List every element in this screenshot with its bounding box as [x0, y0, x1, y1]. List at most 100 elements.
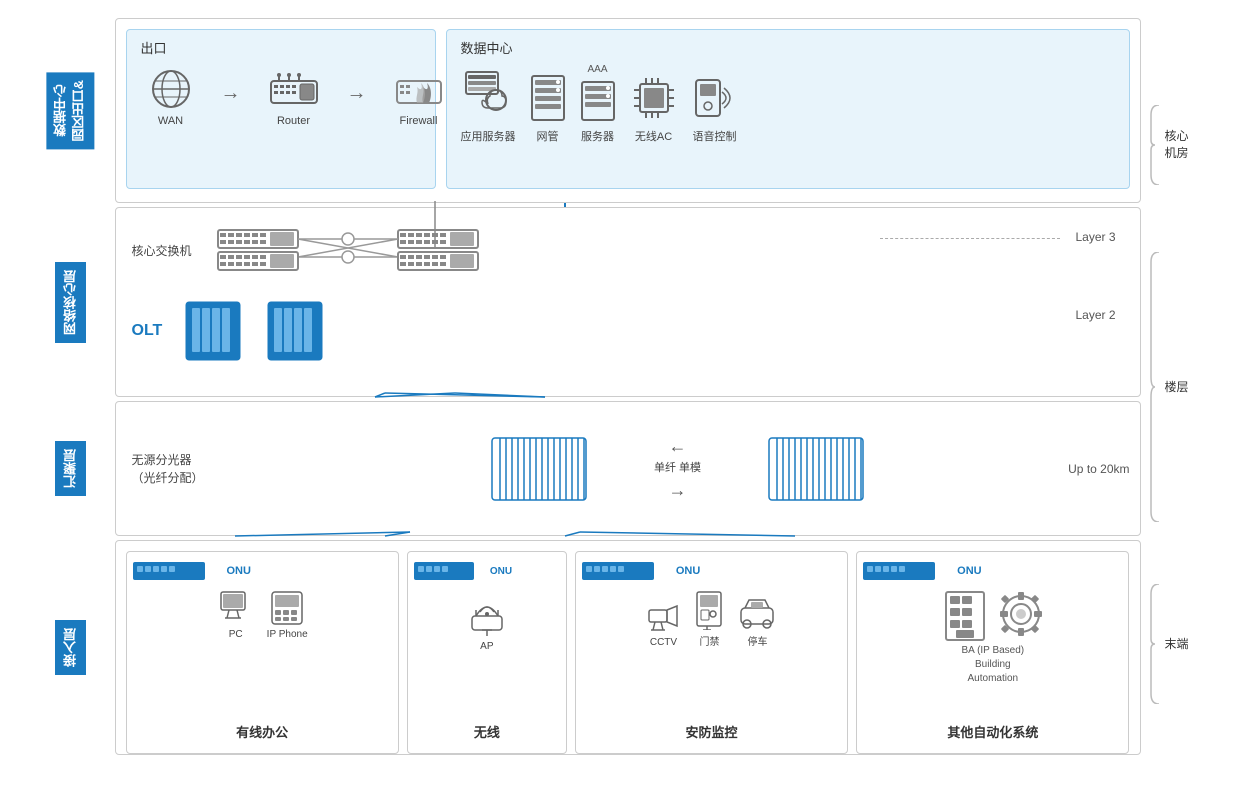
- voice-control-icon: [692, 74, 738, 124]
- onu-bar-2-container: ONU: [414, 560, 560, 582]
- parking-label: 停车: [747, 633, 767, 648]
- router-label: Router: [277, 115, 310, 127]
- onu-bar-2-icon: [414, 560, 486, 582]
- layer3-row: 无源分光器 （光纤分配）: [115, 401, 1141, 536]
- datacenter-title: 数据中心: [461, 38, 1115, 57]
- cctv-item: CCTV: [645, 600, 681, 648]
- brace-bottom: [1149, 584, 1161, 704]
- ba-label: BA (IP Based)BuildingAutomation: [962, 644, 1025, 686]
- cctv-icon: [645, 600, 681, 634]
- layer4-content: ONU PC: [116, 541, 1140, 754]
- onu-bar-4-icon: [863, 560, 953, 582]
- right-terminal-label-group: 末端: [1149, 537, 1211, 752]
- right-core-label: 核心机房: [1165, 128, 1189, 162]
- automation-icons: [942, 590, 1044, 642]
- layer1-row: 出口 WAN: [115, 18, 1141, 203]
- upto-label: Up to 20km: [1068, 462, 1129, 476]
- arrow2: →: [347, 82, 367, 105]
- wireless-ac-item: 无线AC: [630, 74, 678, 144]
- voice-control-item: 语音控制: [692, 74, 738, 144]
- wired-office-title: 有线办公: [236, 716, 288, 745]
- exit-box: 出口 WAN: [126, 29, 436, 189]
- app-server-icon: [462, 70, 514, 124]
- parking-item: 停车: [737, 594, 777, 648]
- arrow1: →: [221, 82, 241, 105]
- onu-bar-3-container: ONU: [582, 560, 841, 582]
- layer2-label: 网络核心层: [55, 262, 86, 343]
- main-content: 出口 WAN: [115, 18, 1141, 778]
- exit-icons: WAN →: [141, 63, 421, 127]
- ba-gear-icon: [998, 590, 1044, 642]
- security-title: 安防监控: [685, 716, 737, 745]
- right-floor-brace: 楼层: [1149, 252, 1189, 522]
- pc-item: PC: [217, 590, 255, 640]
- security-group: ONU CCTV: [575, 551, 848, 754]
- ip-phone-icon: [270, 590, 304, 626]
- ip-phone-label: IP Phone: [267, 629, 308, 640]
- layer2-content: 核心交换机: [116, 208, 1140, 396]
- right-labels: 核心机房 楼层 末端: [1141, 18, 1211, 778]
- app-server-label: 应用服务器: [461, 128, 516, 144]
- left-labels: 园区出口& 数据中心 网络核心层 汇聚层 接入层: [31, 18, 111, 778]
- onu-bar-4-container: ONU: [863, 560, 1122, 582]
- right-core-brace: 核心机房: [1149, 105, 1211, 185]
- wan-icon-item: WAN: [149, 67, 193, 127]
- wireless-ac-label: 无线AC: [635, 128, 672, 144]
- onu-bar-3-icon: [582, 560, 672, 582]
- onu-label-4: ONU: [957, 565, 981, 577]
- single-fiber-arrows: ← 单纤 单模 →: [654, 436, 701, 501]
- firewall-icon-item: Firewall: [395, 67, 443, 127]
- diagram-container: 园区出口& 数据中心 网络核心层 汇聚层 接入层: [31, 18, 1211, 778]
- arrow-right: →: [669, 480, 687, 501]
- right-floor-label-group: 楼层: [1149, 291, 1211, 484]
- wireless-ac-icon: [630, 74, 678, 124]
- access-control-icon: [693, 590, 725, 630]
- ap-label: AP: [480, 641, 493, 652]
- aaa-server-item: AAA 服务器: [580, 63, 616, 144]
- pc-icon: [217, 590, 255, 626]
- layer3-content: 无源分光器 （光纤分配）: [116, 402, 1140, 535]
- olt-device-2: [260, 296, 330, 366]
- app-server-item: 应用服务器: [461, 70, 516, 144]
- aaa-server-icon: [580, 80, 616, 124]
- onu-label-1: ONU: [227, 565, 251, 577]
- single-fiber-label: 单纤 单模: [654, 461, 701, 476]
- voice-control-label: 语音控制: [693, 128, 737, 144]
- core-switch-row: 核心交换机: [132, 220, 1124, 280]
- splitter-2: [761, 434, 871, 504]
- brace-top: [1149, 105, 1161, 185]
- wireless-group: ONU: [407, 551, 567, 754]
- splitters-center: ← 单纤 单模 →: [232, 434, 1124, 504]
- layer2-row: 核心交换机: [115, 207, 1141, 397]
- access-control-item: 门禁: [693, 590, 725, 648]
- router-icon-item: Router: [269, 73, 319, 127]
- datacenter-box: 数据中心: [446, 29, 1130, 189]
- network-mgmt-item: 网管: [530, 74, 566, 144]
- cctv-label: CCTV: [650, 637, 677, 648]
- ap-icon: [462, 594, 512, 638]
- wireless-title: 无线: [474, 716, 500, 745]
- right-terminal-brace: 末端: [1149, 584, 1189, 704]
- ba-gear-item: [998, 590, 1044, 642]
- exit-box-title: 出口: [141, 38, 421, 57]
- splitter-label: 无源分光器 （光纤分配）: [132, 451, 232, 487]
- building-panel-icon: [942, 590, 988, 642]
- automation-title: 其他自动化系统: [947, 716, 1038, 745]
- layer1-label: 园区出口& 数据中心: [46, 72, 94, 149]
- security-icons: CCTV 门禁: [645, 590, 777, 648]
- onu-bar-1-icon: [133, 560, 223, 582]
- layer2-tag: Layer 2: [1075, 308, 1115, 322]
- building-panel-item: [942, 590, 988, 642]
- right-terminal-label: 末端: [1165, 636, 1189, 653]
- olt-device-1: [178, 296, 248, 366]
- core-switch-svg: [208, 220, 488, 280]
- wired-icons: PC: [217, 590, 308, 640]
- parking-icon: [737, 594, 777, 630]
- layer3-dashed-line: [880, 238, 1060, 239]
- ap-item: AP: [462, 594, 512, 652]
- router-icon: [269, 73, 319, 111]
- ip-phone-item: IP Phone: [267, 590, 308, 640]
- wired-office-group: ONU PC: [126, 551, 399, 754]
- olt-label: OLT: [132, 322, 163, 340]
- network-mgmt-icon: [530, 74, 566, 124]
